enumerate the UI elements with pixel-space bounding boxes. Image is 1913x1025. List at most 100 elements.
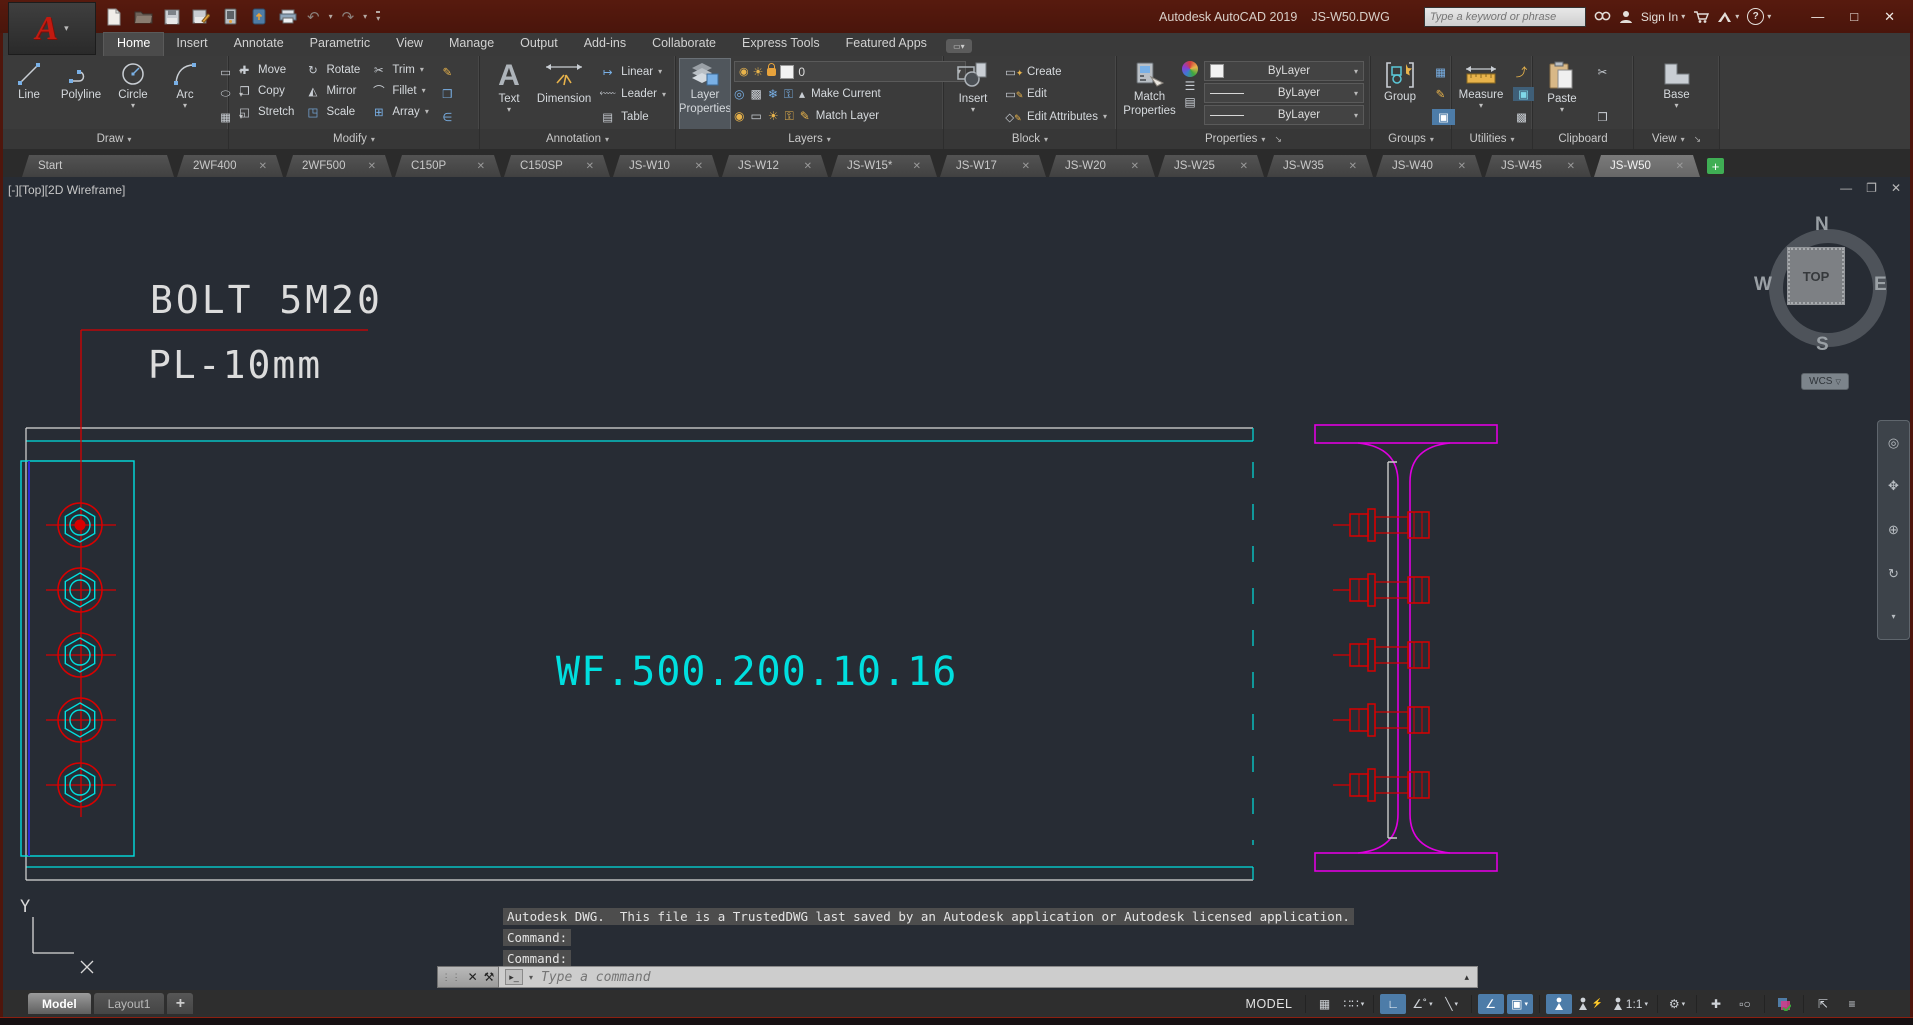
measure-button[interactable]: Measure ▾ xyxy=(1456,59,1506,129)
measure-dropdown-icon[interactable]: ▾ xyxy=(1479,102,1483,110)
tab-view[interactable]: View xyxy=(383,33,436,56)
layer-off-icon[interactable]: ◎ xyxy=(734,87,744,101)
erase-tool[interactable]: ✎ xyxy=(436,61,459,82)
sign-in-dropdown-icon[interactable]: ▾ xyxy=(1681,12,1685,21)
zoom-extents-icon[interactable]: ⊕ xyxy=(1888,522,1899,537)
insert-dropdown-icon[interactable]: ▾ xyxy=(971,106,975,114)
viewport-restore-icon[interactable]: ❐ xyxy=(1866,181,1877,195)
close-tab-icon[interactable]: ✕ xyxy=(1131,161,1139,172)
file-tab-js-w17[interactable]: JS-W17 ✕ xyxy=(940,155,1046,177)
linetype-dropdown-icon[interactable]: ▾ xyxy=(1354,111,1358,120)
linetype-dropdown[interactable]: ByLayer ▾ xyxy=(1204,105,1364,125)
draw-expand-icon[interactable]: ▾ xyxy=(127,135,131,144)
command-input[interactable] xyxy=(539,968,1459,986)
close-tab-icon[interactable]: ✕ xyxy=(1458,161,1466,172)
text-tool[interactable]: A Text ▾ xyxy=(484,59,534,129)
layer-thaw-icon[interactable]: ☀ xyxy=(753,65,764,79)
selected-grip-point[interactable] xyxy=(74,519,86,531)
close-tab-icon[interactable]: ✕ xyxy=(913,161,921,172)
layout1-tab[interactable]: Layout1 xyxy=(93,993,165,1014)
fillet-dropdown-icon[interactable]: ▾ xyxy=(422,86,426,95)
file-tab-js-w25[interactable]: JS-W25 ✕ xyxy=(1158,155,1264,177)
command-bar[interactable]: ⋮⋮ ✕ ⚒ ▸_ ▾ ▴ xyxy=(437,966,1478,988)
clean-screen-icon[interactable]: ⇱ xyxy=(1810,994,1836,1014)
file-tab-js-w35[interactable]: JS-W35 ✕ xyxy=(1267,155,1373,177)
autodesk-dropdown-icon[interactable]: ▾ xyxy=(1735,12,1739,21)
crosshair-size-icon[interactable]: ✚ xyxy=(1703,994,1729,1014)
grip-dots-icon[interactable]: ⋮⋮ xyxy=(442,972,462,983)
tab-featured-apps[interactable]: Featured Apps xyxy=(833,33,940,56)
properties-launcher-icon[interactable]: ↘ xyxy=(1274,134,1282,145)
stretch-tool[interactable]: ◱ Stretch xyxy=(233,101,297,122)
save-as-icon[interactable] xyxy=(191,7,211,27)
polyline-tool[interactable]: Polyline xyxy=(56,59,106,129)
tab-annotate[interactable]: Annotate xyxy=(221,33,297,56)
grid-toggle-icon[interactable]: ▦ xyxy=(1312,994,1338,1014)
annotation-visibility-icon[interactable] xyxy=(1545,993,1572,1014)
leader-dropdown-icon[interactable]: ▾ xyxy=(662,90,666,99)
layer-lock-tool-icon[interactable]: ⚿ xyxy=(784,87,793,101)
sign-in-button[interactable]: Sign In ▾ xyxy=(1641,10,1685,24)
circle-tool[interactable]: Circle ▾ xyxy=(108,59,158,129)
viewcube-west[interactable]: W xyxy=(1754,274,1772,296)
polar-tracking-icon[interactable]: ∠˚ ▾ xyxy=(1409,994,1435,1014)
table-tool[interactable]: ▤ Table xyxy=(596,106,669,127)
copy-tool[interactable]: ❐ Copy xyxy=(233,80,297,101)
model-space-button[interactable]: MODEL xyxy=(1246,997,1293,1011)
layer-on-icon[interactable]: ◉ xyxy=(739,65,749,78)
file-tab-2wf500[interactable]: 2WF500 ✕ xyxy=(286,155,392,177)
layer-freeze-icon[interactable]: ❄ xyxy=(768,87,778,101)
block-expand-icon[interactable]: ▾ xyxy=(1044,135,1048,144)
command-close-icon[interactable]: ✕ xyxy=(468,970,478,984)
ribbon-display-toggle-icon[interactable]: ▭▾ xyxy=(945,39,972,53)
copy-clip-tool[interactable]: ❐ xyxy=(1591,106,1614,127)
text-dropdown-icon[interactable]: ▾ xyxy=(507,106,511,114)
object-color-dropdown-icon[interactable]: ▾ xyxy=(1354,67,1358,76)
edit-block-tool[interactable]: ▭✎ Edit xyxy=(1002,84,1110,105)
arc-dropdown-icon[interactable]: ▾ xyxy=(183,102,187,110)
panel-label-block[interactable]: Block ▾ xyxy=(944,129,1116,149)
file-tab-c150p[interactable]: C150P ✕ xyxy=(395,155,501,177)
cut-tool[interactable]: ✂ xyxy=(1591,61,1614,82)
command-input-area[interactable]: ▸_ ▾ ▴ xyxy=(499,966,1478,988)
explode-tool[interactable]: ❒ xyxy=(436,84,459,105)
tab-output[interactable]: Output xyxy=(507,33,571,56)
layer-thaw-all-icon[interactable]: ☀ xyxy=(768,109,779,123)
make-current-icon[interactable]: ▴ xyxy=(799,87,805,101)
make-current-label[interactable]: Make Current xyxy=(811,88,881,100)
navigation-bar[interactable]: ◎ ✥ ⊕ ↻ ▾ xyxy=(1877,420,1910,640)
pan-icon[interactable]: ✥ xyxy=(1888,479,1899,493)
group-button[interactable]: Group xyxy=(1375,59,1425,129)
lineweight-dropdown[interactable]: ByLayer ▾ xyxy=(1204,83,1364,103)
application-menu-button[interactable]: A ▾ xyxy=(8,2,96,55)
trim-tool[interactable]: ✂ Trim ▾ xyxy=(367,59,432,80)
command-expand-icon[interactable]: ▴ xyxy=(1464,972,1469,983)
undo-icon[interactable]: ↶ xyxy=(307,8,320,26)
close-tab-icon[interactable]: ✕ xyxy=(1567,161,1575,172)
panel-label-properties[interactable]: Properties ▾ ↘ xyxy=(1117,129,1370,149)
qat-customize-icon[interactable]: ▾ xyxy=(376,10,381,23)
close-tab-icon[interactable]: ✕ xyxy=(804,161,812,172)
autodesk-logo-icon[interactable]: ▾ xyxy=(1717,11,1739,23)
layer-walk-icon[interactable]: ▭ xyxy=(750,109,761,123)
file-tab-js-w15[interactable]: JS-W15* ✕ xyxy=(831,155,937,177)
tab-express-tools[interactable]: Express Tools xyxy=(729,33,833,56)
file-tab-js-w40[interactable]: JS-W40 ✕ xyxy=(1376,155,1482,177)
edit-attributes-tool[interactable]: ◇✎ Edit Attributes ▾ xyxy=(1002,106,1110,127)
panel-label-clipboard[interactable]: Clipboard xyxy=(1533,129,1633,149)
recent-commands-icon[interactable]: ▾ xyxy=(529,973,533,982)
snap-toggle-icon[interactable]: ∷∷ ▾ xyxy=(1341,994,1368,1014)
app-menu-dropdown-icon[interactable]: ▾ xyxy=(64,23,69,34)
new-tab-button[interactable]: + xyxy=(1707,158,1724,174)
base-dropdown-icon[interactable]: ▾ xyxy=(1674,102,1678,110)
object-snap-tracking-icon[interactable]: ∠ xyxy=(1477,993,1504,1014)
close-tab-icon[interactable]: ✕ xyxy=(586,161,594,172)
array-tool[interactable]: ⊞ Array ▾ xyxy=(367,101,432,122)
line-tool[interactable]: Line xyxy=(4,59,54,129)
file-tab-c150sp[interactable]: C150SP ✕ xyxy=(504,155,610,177)
layer-dropdown[interactable]: ◉ ☀ 0 ▾ xyxy=(734,61,966,82)
trim-dropdown-icon[interactable]: ▾ xyxy=(420,65,424,74)
layer-properties-button[interactable]: Layer Properties xyxy=(679,58,731,130)
close-button[interactable]: ✕ xyxy=(1884,9,1895,25)
viewcube-north[interactable]: N xyxy=(1815,214,1829,236)
